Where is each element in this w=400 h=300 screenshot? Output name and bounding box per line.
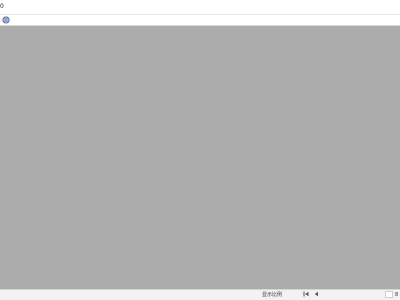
title-strip: 0 [0,0,400,14]
status-bar: 显示比例 8 [0,289,400,300]
toolbar [0,14,400,26]
previous-page-button[interactable] [313,291,320,299]
status-text: 显示比例 [262,292,283,298]
document-canvas[interactable] [0,26,400,289]
globe-icon [1,15,10,26]
globe-button[interactable] [1,15,10,26]
first-page-button[interactable] [303,291,310,299]
previous-page-icon [313,291,320,299]
first-page-icon [303,291,310,299]
zoom-label: 8 [395,292,399,298]
zoom-field[interactable] [385,291,393,298]
title-text: 0 [0,3,4,10]
